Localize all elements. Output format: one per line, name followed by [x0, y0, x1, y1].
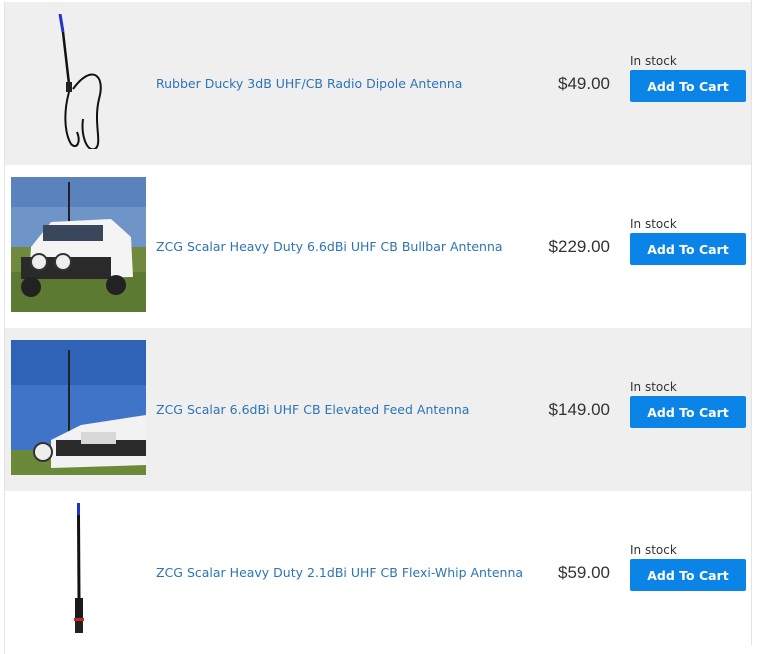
product-price: $149.00	[548, 399, 610, 419]
product-row: ZCG Scalar Heavy Duty 2.1dBi UHF CB Flex…	[5, 491, 751, 654]
product-image-bullbar-antenna[interactable]	[11, 177, 146, 312]
add-to-cart-button[interactable]: Add To Cart	[630, 559, 746, 591]
product-name-link[interactable]: ZCG Scalar 6.6dBi UHF CB Elevated Feed A…	[156, 328, 469, 491]
product-name-link[interactable]: ZCG Scalar Heavy Duty 2.1dBi UHF CB Flex…	[156, 491, 523, 654]
stock-status: In stock	[630, 217, 677, 231]
product-name-link[interactable]: ZCG Scalar Heavy Duty 6.6dBi UHF CB Bull…	[156, 165, 503, 328]
add-to-cart-button[interactable]: Add To Cart	[630, 233, 746, 265]
add-to-cart-button[interactable]: Add To Cart	[630, 70, 746, 102]
product-row: Rubber Ducky 3dB UHF/CB Radio Dipole Ant…	[5, 2, 751, 165]
product-name-link[interactable]: Rubber Ducky 3dB UHF/CB Radio Dipole Ant…	[156, 2, 462, 165]
product-list: Rubber Ducky 3dB UHF/CB Radio Dipole Ant…	[4, 2, 752, 654]
stock-status: In stock	[630, 543, 677, 557]
product-image-flexi-whip-antenna[interactable]	[11, 503, 146, 638]
right-border	[751, 0, 752, 645]
product-row: ZCG Scalar 6.6dBi UHF CB Elevated Feed A…	[5, 328, 751, 491]
product-price: $229.00	[548, 236, 610, 256]
stock-status: In stock	[630, 380, 677, 394]
stock-status: In stock	[630, 54, 677, 68]
product-price: $49.00	[558, 73, 610, 93]
product-row: ZCG Scalar Heavy Duty 6.6dBi UHF CB Bull…	[5, 165, 751, 328]
product-price: $59.00	[558, 562, 610, 582]
product-image-rubber-ducky[interactable]	[11, 14, 146, 149]
add-to-cart-button[interactable]: Add To Cart	[630, 396, 746, 428]
product-image-elevated-feed-antenna[interactable]	[11, 340, 146, 475]
